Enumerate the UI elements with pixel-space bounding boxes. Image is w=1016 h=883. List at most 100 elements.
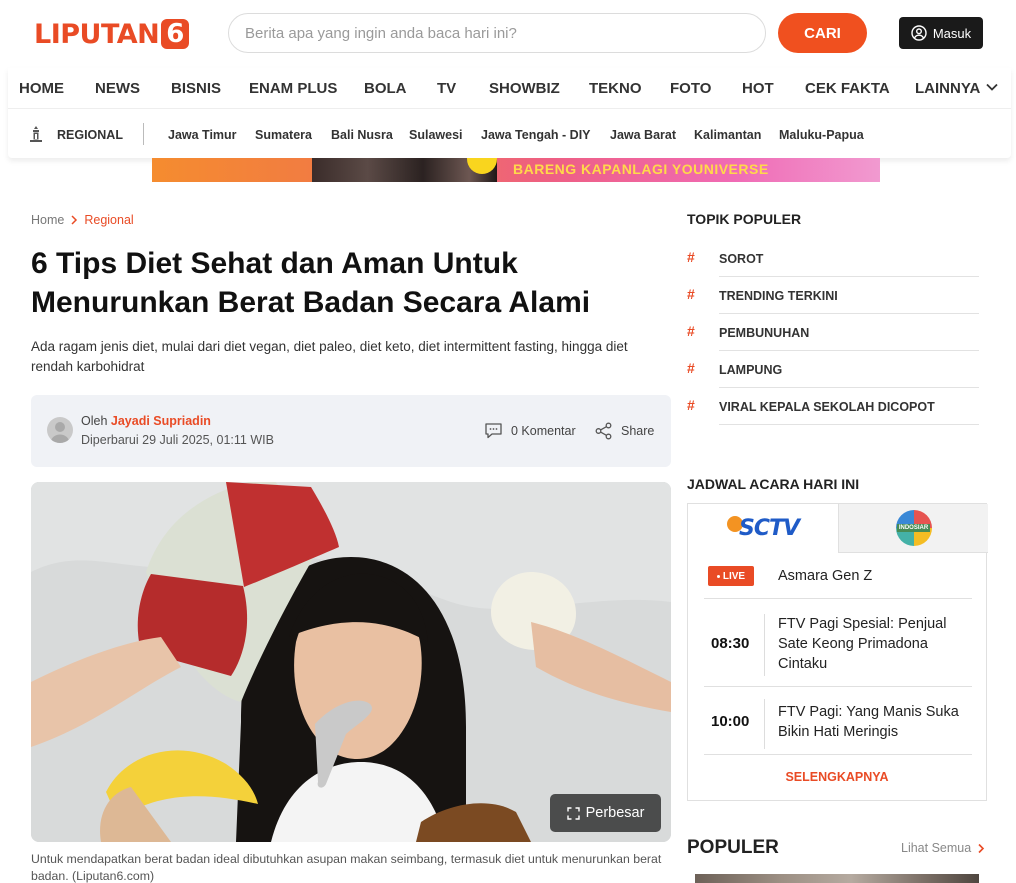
divider [719, 424, 979, 425]
subnav-section-label[interactable]: REGIONAL [57, 128, 123, 142]
divider [764, 614, 765, 676]
hash-icon: # [687, 397, 695, 413]
divider [704, 754, 972, 755]
live-label: LIVE [722, 570, 746, 582]
nav-home[interactable]: HOME [19, 80, 64, 97]
topic-label[interactable]: VIRAL KEPALA SEKOLAH DICOPOT [719, 400, 935, 414]
enlarge-label: Perbesar [585, 805, 645, 821]
topic-label[interactable]: PEMBUNUHAN [719, 326, 809, 340]
login-label: Masuk [932, 25, 972, 41]
search-button[interactable]: CARI [778, 13, 867, 53]
subnav-jawa-tengah-diy[interactable]: Jawa Tengah - DIY [481, 128, 591, 142]
breadcrumb: Home Regional [31, 213, 134, 227]
sctv-logo: SCTV [726, 515, 800, 541]
chevron-right-icon [978, 843, 985, 853]
indosiar-logo-text: INDOSIAR [896, 524, 931, 532]
navigation: HOME NEWS BISNIS ENAM PLUS BOLA TV SHOWB… [8, 68, 1011, 158]
topic-item[interactable]: # LAMPUNG [687, 351, 979, 388]
nav-cek-fakta[interactable]: CEK FAKTA [805, 80, 890, 97]
divider [764, 699, 765, 749]
nav-lainnya[interactable]: LAINNYA [915, 80, 980, 97]
article-photo-image [31, 482, 671, 842]
nav-bola[interactable]: BOLA [364, 80, 407, 97]
tab-sctv[interactable]: SCTV [688, 504, 838, 553]
live-badge: LIVE [708, 566, 754, 586]
article-lede: Ada ragam jenis diet, mulai dari diet ve… [31, 339, 628, 374]
see-all-label: Lihat Semua [901, 841, 972, 855]
article-title: 6 Tips Diet Sehat dan Aman Untuk Menurun… [31, 247, 591, 319]
hash-icon: # [687, 360, 695, 376]
schedule-heading: JADWAL ACARA HARI INI [687, 476, 860, 492]
indosiar-logo: INDOSIAR [895, 510, 932, 546]
article-meta: Oleh Jayadi Supriadin Diperbarui 29 Juli… [31, 395, 671, 467]
author-link[interactable]: Jayadi Supriadin [111, 414, 211, 428]
updated-date: Diperbarui 29 Juli 2025, 01:11 WIB [81, 433, 274, 447]
nav-foto[interactable]: FOTO [670, 80, 711, 97]
nav-news[interactable]: NEWS [95, 80, 140, 97]
divider [704, 686, 972, 687]
subnav-sumatera[interactable]: Sumatera [255, 128, 312, 142]
enlarge-button[interactable]: Perbesar [550, 794, 661, 832]
topic-item[interactable]: # VIRAL KEPALA SEKOLAH DICOPOT [687, 388, 979, 425]
site-header: LIPUTAN 6 CARI Masuk [0, 0, 1016, 68]
hash-icon: # [687, 323, 695, 339]
program-title-live[interactable]: Asmara Gen Z [778, 566, 963, 586]
topic-item[interactable]: # TRENDING TERKINI [687, 277, 979, 314]
share-label: Share [621, 424, 655, 438]
subnav-kalimantan[interactable]: Kalimantan [694, 128, 761, 142]
expand-icon [566, 806, 580, 820]
nav-hot[interactable]: HOT [742, 80, 774, 97]
nav-enam-plus[interactable]: ENAM PLUS [249, 80, 337, 97]
topic-label[interactable]: SOROT [719, 252, 763, 266]
subnav-bali-nusra[interactable]: Bali Nusra [331, 128, 393, 142]
nav-tv[interactable]: TV [437, 80, 456, 97]
popular-thumbnail[interactable] [695, 874, 979, 883]
nav-showbiz[interactable]: SHOWBIZ [489, 80, 560, 97]
schedule-widget: SCTV INDOSIAR LIVE Asmara Gen Z 08:30 FT… [687, 503, 988, 801]
comment-icon [485, 423, 502, 439]
subnav-maluku-papua[interactable]: Maluku-Papua [779, 128, 864, 142]
site-logo[interactable]: LIPUTAN 6 [34, 17, 190, 51]
topic-label[interactable]: LAMPUNG [719, 363, 782, 377]
login-button[interactable]: Masuk [899, 17, 983, 49]
author-avatar[interactable] [47, 417, 73, 443]
popular-heading: POPULER [687, 837, 779, 858]
subnav-sulawesi[interactable]: Sulawesi [409, 128, 463, 142]
topic-label[interactable]: TRENDING TERKINI [719, 289, 838, 303]
user-circle-icon [911, 25, 927, 41]
nav-bisnis[interactable]: BISNIS [171, 80, 221, 97]
topic-item[interactable]: # PEMBUNUHAN [687, 314, 979, 351]
chevron-right-icon [71, 215, 78, 225]
byline-label: Oleh [81, 414, 108, 428]
breadcrumb-current[interactable]: Regional [84, 213, 133, 227]
program-time: 08:30 [711, 635, 750, 652]
sctv-logo-text: SCTV [738, 516, 800, 541]
subnav-jawa-timur[interactable]: Jawa Timur [168, 128, 237, 142]
hash-icon: # [687, 249, 695, 265]
search-input[interactable] [228, 13, 766, 53]
subnav-divider [143, 123, 144, 145]
topics-heading: TOPIK POPULER [687, 211, 802, 227]
program-title[interactable]: FTV Pagi Spesial: Penjual Sate Keong Pri… [778, 614, 963, 674]
program-time: 10:00 [711, 713, 750, 730]
hash-icon: # [687, 286, 695, 302]
subnav-jawa-barat[interactable]: Jawa Barat [610, 128, 676, 142]
logo-number: 6 [161, 19, 190, 49]
share-icon [595, 422, 612, 440]
chevron-down-icon[interactable] [985, 80, 999, 94]
program-title[interactable]: FTV Pagi: Yang Manis Suka Bikin Hati Mer… [778, 702, 963, 742]
nav-tekno[interactable]: TEKNO [589, 80, 642, 97]
see-all-link[interactable]: Lihat Semua [901, 841, 985, 855]
regional-subnav: REGIONAL Jawa Timur Sumatera Bali Nusra … [8, 109, 1011, 158]
share-button[interactable]: Share [594, 422, 654, 440]
breadcrumb-home[interactable]: Home [31, 213, 64, 227]
ad-banner[interactable]: BARENG KAPANLAGI YOUNIVERSE [152, 158, 880, 182]
comment-button[interactable]: 0 Komentar [484, 422, 576, 440]
topic-item[interactable]: # SOROT [687, 240, 979, 277]
live-dot-icon [716, 574, 720, 578]
schedule-more-link[interactable]: SELENGKAPNYA [688, 770, 986, 784]
photo-caption: Untuk mendapatkan berat badan ideal dibu… [31, 852, 662, 883]
tab-indosiar[interactable]: INDOSIAR [838, 504, 988, 553]
monument-icon [30, 126, 42, 142]
article-photo[interactable]: Perbesar [31, 482, 671, 842]
